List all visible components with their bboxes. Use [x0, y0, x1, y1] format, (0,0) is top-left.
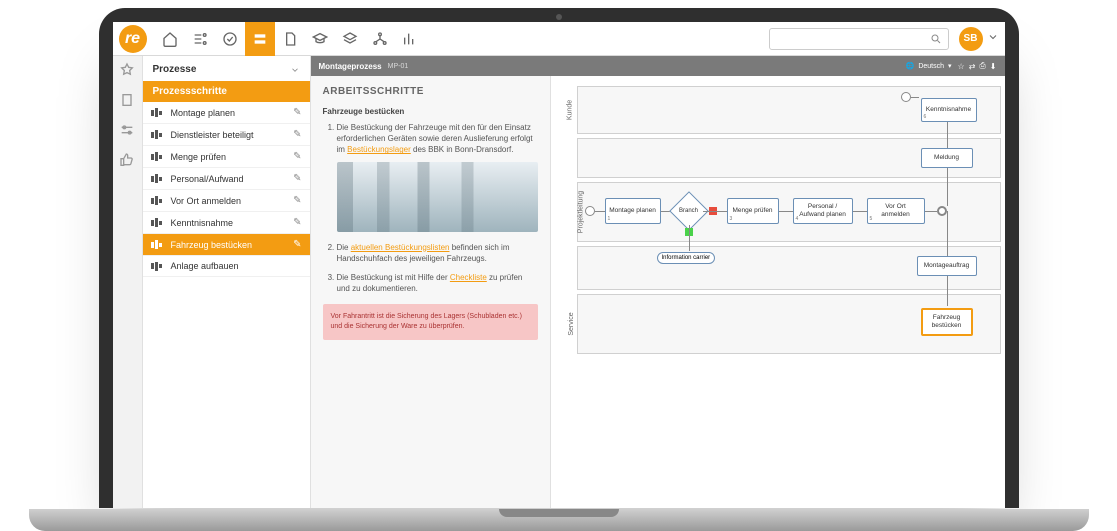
app-logo[interactable]: re — [119, 25, 147, 53]
sidebar-item[interactable]: Montage planen✎ — [143, 102, 310, 124]
task-node[interactable]: Montage planen1 — [605, 198, 661, 224]
home-icon[interactable] — [155, 22, 185, 56]
link[interactable]: Checkliste — [450, 273, 487, 282]
info-carrier-node[interactable]: Information carrier — [657, 252, 716, 264]
sidebar-section-header: Prozessschritte — [143, 81, 310, 102]
edit-icon[interactable]: ✎ — [293, 129, 301, 140]
sidebar-item[interactable]: Kenntnisnahme✎ — [143, 212, 310, 234]
task-node[interactable]: Vor Ort anmelden5 — [867, 198, 925, 224]
content-panel: ARBEITSSCHRITTE Fahrzeuge bestücken Die … — [311, 76, 551, 508]
edit-icon[interactable]: ✎ — [293, 151, 301, 162]
task-node-selected[interactable]: Fahrzeug bestücken — [921, 308, 973, 336]
language-selector[interactable]: 🌐 Deutsch ▾ — [906, 62, 952, 70]
sidebar-item[interactable]: Anlage aufbauen — [143, 256, 310, 277]
connector — [595, 211, 605, 212]
step-icon — [151, 196, 165, 206]
step-icon — [151, 261, 165, 271]
gateway-node[interactable]: Branch — [675, 197, 703, 225]
start-event[interactable] — [901, 92, 911, 102]
sidebar-item[interactable]: Menge prüfen✎ — [143, 146, 310, 168]
step-icon — [151, 152, 165, 162]
search-input[interactable] — [769, 28, 949, 50]
layers-icon[interactable] — [335, 22, 365, 56]
process-icon[interactable] — [245, 22, 275, 56]
org-icon[interactable] — [365, 22, 395, 56]
sidebar-item[interactable]: Personal/Aufwand✎ — [143, 168, 310, 190]
step-icon — [151, 218, 165, 228]
sidebar-item[interactable]: Vor Ort anmelden✎ — [143, 190, 310, 212]
download-icon[interactable]: ⬇ — [990, 62, 997, 71]
intermediate-node[interactable]: Meldung — [921, 148, 973, 168]
thumbs-up-icon[interactable] — [119, 152, 135, 168]
start-event[interactable] — [585, 206, 595, 216]
content-subheading: Fahrzeuge bestücken — [323, 107, 538, 116]
edit-icon[interactable]: ✎ — [293, 239, 301, 250]
user-avatar[interactable]: SB — [959, 27, 983, 51]
education-icon[interactable] — [305, 22, 335, 56]
step-item: Die Bestückung der Fahrzeuge mit den für… — [337, 122, 538, 232]
warning-box: Vor Fahrantritt ist die Sicherung des La… — [323, 304, 538, 340]
tasks-icon[interactable] — [185, 22, 215, 56]
step-icon — [151, 174, 165, 184]
step-icon — [151, 108, 165, 118]
sliders-icon[interactable] — [119, 122, 135, 138]
edit-icon[interactable]: ✎ — [293, 107, 301, 118]
process-id: MP-01 — [388, 63, 409, 70]
print-icon[interactable]: ⎙ — [979, 61, 985, 71]
connector — [779, 211, 793, 212]
chevron-down-icon[interactable] — [290, 65, 300, 75]
share-icon[interactable]: ⇄ — [969, 62, 976, 71]
connector — [925, 211, 937, 212]
connector — [947, 211, 948, 261]
step-image — [337, 162, 538, 232]
process-header: Montageprozess MP-01 🌐 Deutsch ▾ ☆ ⇄ ⎙ ⬇ — [311, 56, 1005, 76]
top-toolbar: re SB — [113, 22, 1005, 56]
task-node[interactable]: Personal / Aufwand planen4 — [793, 198, 853, 224]
connector — [703, 211, 727, 212]
edit-icon[interactable]: ✎ — [293, 173, 301, 184]
document-icon[interactable] — [275, 22, 305, 56]
left-rail — [113, 56, 143, 508]
task-node[interactable]: Menge prüfen3 — [727, 198, 779, 224]
connector — [689, 225, 690, 251]
connector — [911, 97, 919, 98]
star-icon[interactable]: ☆ — [958, 62, 965, 71]
edit-icon[interactable]: ✎ — [293, 217, 301, 228]
intermediate-node[interactable]: Montageauftrag — [917, 256, 977, 276]
edit-icon[interactable]: ✎ — [293, 195, 301, 206]
diagram-canvas[interactable]: Kunde Projektleitung Service Montage pla… — [551, 76, 1005, 508]
star-icon[interactable] — [119, 62, 135, 78]
chart-icon[interactable] — [395, 22, 425, 56]
user-menu-chevron[interactable] — [987, 30, 999, 48]
sidebar: Prozesse Prozessschritte Montage planen✎… — [143, 56, 311, 508]
step-icon — [151, 240, 165, 250]
step-item: Die aktuellen Bestückungslisten befinden… — [337, 242, 538, 264]
link[interactable]: Bestückungslager — [347, 145, 411, 154]
step-item: Die Bestückung ist mit Hilfe der Checkli… — [337, 272, 538, 294]
process-title: Montageprozess — [319, 62, 382, 71]
sidebar-title: Prozesse — [143, 56, 310, 81]
task-node[interactable]: Kenntnisnahme6 — [921, 98, 977, 122]
link[interactable]: aktuellen Bestückungslisten — [351, 243, 450, 252]
connector — [853, 211, 867, 212]
step-icon — [151, 130, 165, 140]
end-event[interactable] — [937, 206, 947, 216]
content-heading: ARBEITSSCHRITTE — [323, 86, 538, 97]
sidebar-item[interactable]: Dienstleister beteiligt✎ — [143, 124, 310, 146]
sidebar-item-active[interactable]: Fahrzeug bestücken✎ — [143, 234, 310, 256]
connector — [947, 276, 948, 306]
check-icon[interactable] — [215, 22, 245, 56]
page-icon[interactable] — [119, 92, 135, 108]
